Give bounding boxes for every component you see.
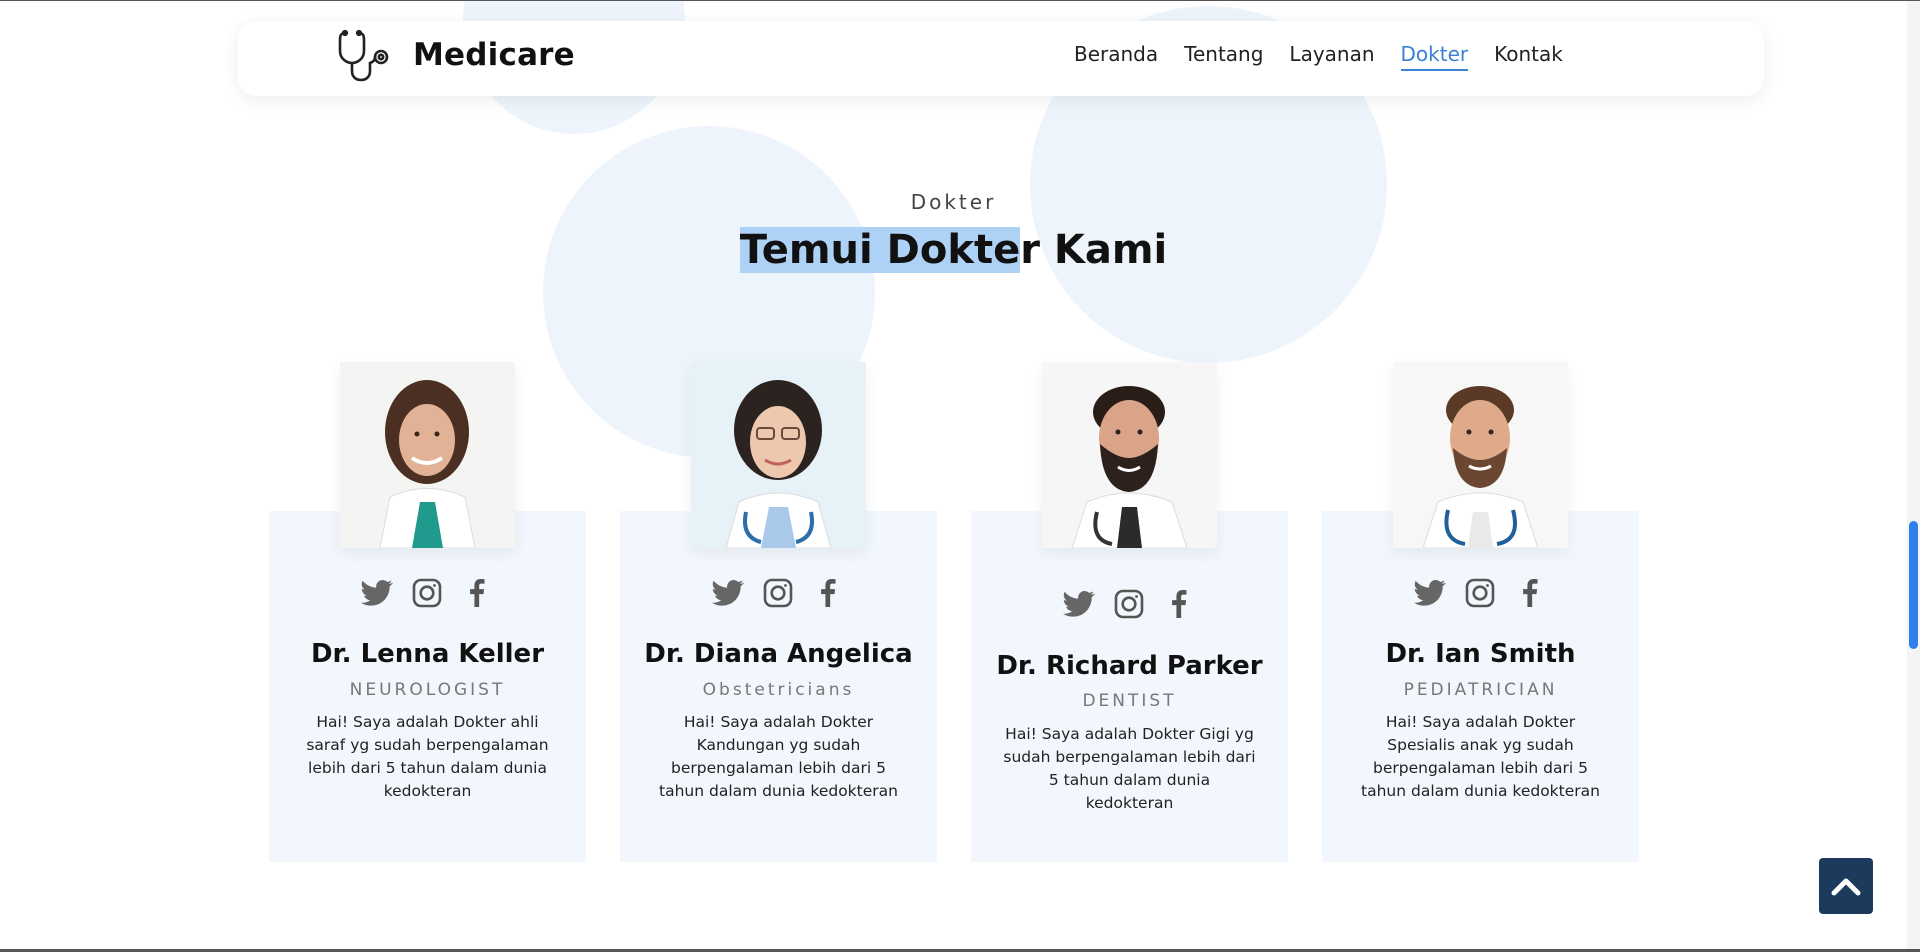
nav-item-layanan[interactable]: Layanan xyxy=(1289,42,1374,71)
doctor-photo xyxy=(340,362,515,548)
doctor-description: Hai! Saya adalah Dokter Gigi yg sudah be… xyxy=(1003,725,1256,812)
doctor-description: Hai! Saya adalah Dokter Kandungan yg sud… xyxy=(659,713,898,800)
section-label: Dokter xyxy=(910,190,997,214)
twitter-icon[interactable] xyxy=(1414,577,1446,609)
facebook-icon[interactable] xyxy=(812,577,844,609)
social-links xyxy=(1063,588,1195,620)
twitter-icon[interactable] xyxy=(712,577,744,609)
doctor-name: Dr. Richard Parker xyxy=(996,651,1263,681)
instagram-icon[interactable] xyxy=(411,577,443,609)
scroll-top-button[interactable] xyxy=(1819,858,1873,914)
stethoscope-icon[interactable] xyxy=(337,29,391,83)
doctor-name: Dr. Diana Angelica xyxy=(644,639,913,669)
scrollbar-track[interactable] xyxy=(1907,1,1920,949)
doctor-description: Hai! Saya adalah Dokter Spesialis anak y… xyxy=(1361,713,1600,800)
nav-item-tentang[interactable]: Tentang xyxy=(1184,42,1263,71)
page: Medicare Beranda Tentang Layanan Dokter … xyxy=(0,0,1920,952)
doctor-name: Dr. Ian Smith xyxy=(1385,639,1576,669)
doctor-photo xyxy=(1393,362,1568,548)
section-title: Temui Dokter Kami xyxy=(0,227,1907,273)
brand-name[interactable]: Medicare xyxy=(413,37,575,73)
doctor-role: DENTIST xyxy=(1082,691,1177,711)
nav-item-beranda[interactable]: Beranda xyxy=(1074,42,1158,71)
title-rest: r Kami xyxy=(1020,227,1168,273)
doctor-role: Obstetricians xyxy=(702,680,855,700)
twitter-icon[interactable] xyxy=(1063,588,1095,620)
facebook-icon[interactable] xyxy=(1163,588,1195,620)
instagram-icon[interactable] xyxy=(1464,577,1496,609)
doctor-name: Dr. Lenna Keller xyxy=(310,639,545,669)
instagram-icon[interactable] xyxy=(1113,588,1145,620)
facebook-icon[interactable] xyxy=(1514,577,1546,609)
twitter-icon[interactable] xyxy=(361,577,393,609)
nav-item-dokter[interactable]: Dokter xyxy=(1400,42,1469,71)
doctor-description: Hai! Saya adalah Dokter ahli saraf yg su… xyxy=(306,713,549,800)
facebook-icon[interactable] xyxy=(461,577,493,609)
instagram-icon[interactable] xyxy=(762,577,794,609)
doctor-photo xyxy=(691,362,866,548)
scrollbar-thumb[interactable] xyxy=(1909,521,1918,649)
doctor-role: PEDIATRICIAN xyxy=(1403,680,1558,700)
main-nav: Beranda Tentang Layanan Dokter Kontak xyxy=(1074,42,1563,71)
social-links xyxy=(712,577,844,609)
social-links xyxy=(1414,577,1546,609)
doctor-photo xyxy=(1042,362,1217,548)
doctor-role: NEUROLOGIST xyxy=(349,680,506,700)
selected-text: Temui Dokte xyxy=(739,227,1021,273)
chevron-up-icon xyxy=(1831,878,1861,896)
nav-item-kontak[interactable]: Kontak xyxy=(1494,42,1563,71)
social-links xyxy=(361,577,493,609)
